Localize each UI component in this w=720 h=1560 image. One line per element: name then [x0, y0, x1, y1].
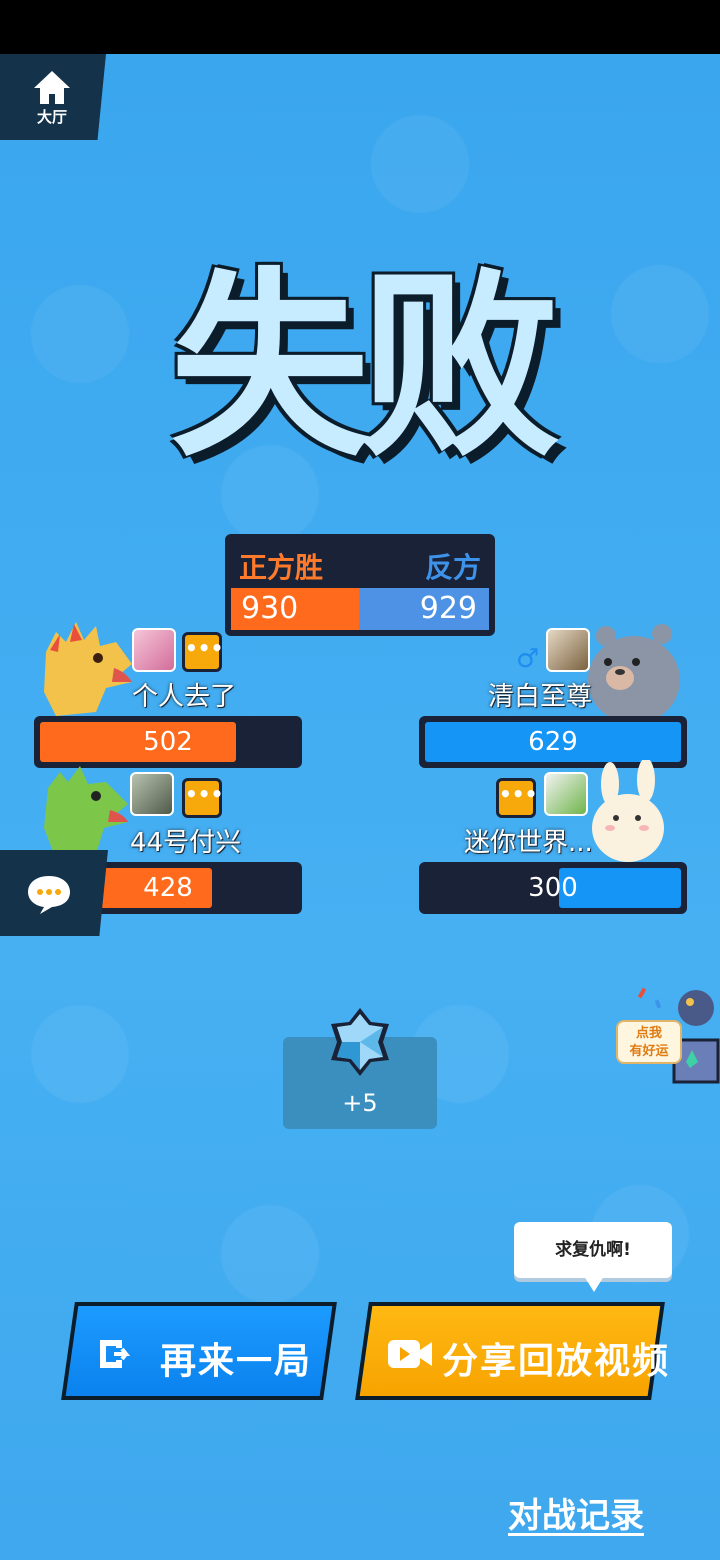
dinosaur-yellow-mascot	[44, 622, 132, 716]
player-1-chat-badge[interactable]: •••	[182, 632, 223, 672]
left-team-score: 930	[231, 588, 359, 630]
replay-exit-icon	[100, 1340, 131, 1368]
right-team-score: 929	[359, 588, 489, 630]
loser-label: 反方	[424, 551, 481, 584]
lucky-label-text: 点我 有好运	[629, 1026, 669, 1059]
diamond-gem-icon	[331, 1008, 389, 1076]
status-bar	[0, 0, 720, 54]
result-title: 失败	[169, 251, 560, 484]
player-4-score: 300	[528, 873, 578, 903]
lobby-label: 大厅	[36, 108, 67, 126]
dinosaur-green-mascot	[44, 766, 128, 854]
lobby-button[interactable]: 大厅	[0, 54, 106, 140]
player-4-name: 迷你世界...	[464, 828, 593, 858]
player-1-avatar[interactable]	[132, 628, 176, 672]
share-replay-button[interactable]: 分享回放视频	[355, 1302, 670, 1400]
play-again-label: 再来一局	[160, 1341, 313, 1382]
team-scoreboard: 正方胜 反方 930 929	[225, 534, 495, 636]
player-4-score-bar: 300	[419, 862, 687, 914]
lucky-label[interactable]: 点我 有好运	[616, 1020, 682, 1064]
reward-value: +5	[342, 1089, 378, 1117]
winner-label: 正方胜	[239, 551, 324, 584]
share-replay-label: 分享回放视频	[442, 1341, 671, 1382]
speech-bubble-tail	[584, 1276, 604, 1292]
player-3-chat-badge[interactable]: •••	[182, 778, 223, 818]
male-icon: ♂	[516, 644, 540, 674]
player-4-avatar[interactable]	[544, 772, 588, 816]
team-score-bar: 930 929	[231, 588, 489, 630]
play-again-button[interactable]: 再来一局	[61, 1302, 337, 1400]
speech-bubble: 求复仇啊!	[514, 1222, 672, 1278]
video-camera-icon	[388, 1340, 432, 1368]
chat-bubble-icon	[28, 876, 70, 914]
house-icon	[34, 71, 70, 104]
player-2-name: 清白至尊	[488, 682, 593, 712]
white-rabbit-mascot	[592, 760, 664, 862]
chat-button[interactable]	[0, 850, 108, 936]
player-2-avatar[interactable]	[546, 628, 590, 672]
grey-bear-mascot	[588, 624, 680, 722]
player-1-name: 个人去了	[132, 682, 237, 712]
player-4-chat-badge[interactable]: •••	[496, 778, 537, 818]
player-3-avatar[interactable]	[130, 772, 174, 816]
battle-history-link[interactable]: 对战记录	[508, 1488, 644, 1537]
player-3-name: 44号付兴	[130, 828, 242, 858]
